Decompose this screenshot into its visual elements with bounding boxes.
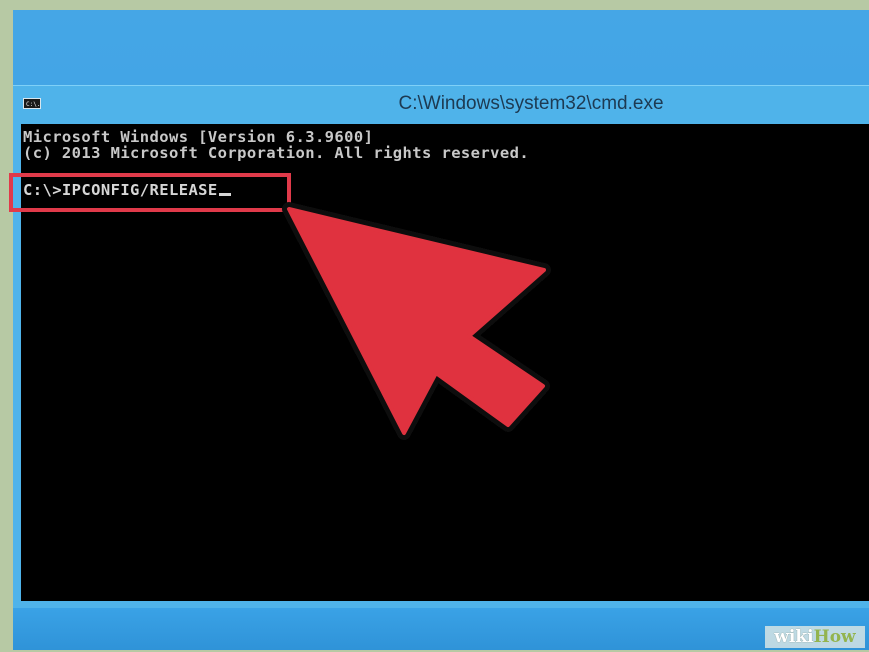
desktop: C:\. C:\Windows\system32\cmd.exe Microso… (13, 10, 869, 650)
watermark-wiki: wiki (774, 627, 814, 647)
window-title: C:\Windows\system32\cmd.exe (398, 93, 664, 114)
desktop-bottom-strip (13, 608, 869, 650)
watermark-how: How (813, 627, 856, 647)
screenshot-stage: C:\. C:\Windows\system32\cmd.exe Microso… (0, 0, 869, 652)
cmd-window: C:\. C:\Windows\system32\cmd.exe Microso… (13, 85, 869, 609)
command-highlight-box (9, 173, 291, 212)
window-titlebar[interactable]: C:\. C:\Windows\system32\cmd.exe (13, 86, 869, 124)
console-line-copyright: (c) 2013 Microsoft Corporation. All righ… (23, 144, 530, 162)
console-line-version: Microsoft Windows [Version 6.3.9600] (23, 128, 374, 146)
wikihow-watermark: wikiHow (765, 626, 865, 648)
